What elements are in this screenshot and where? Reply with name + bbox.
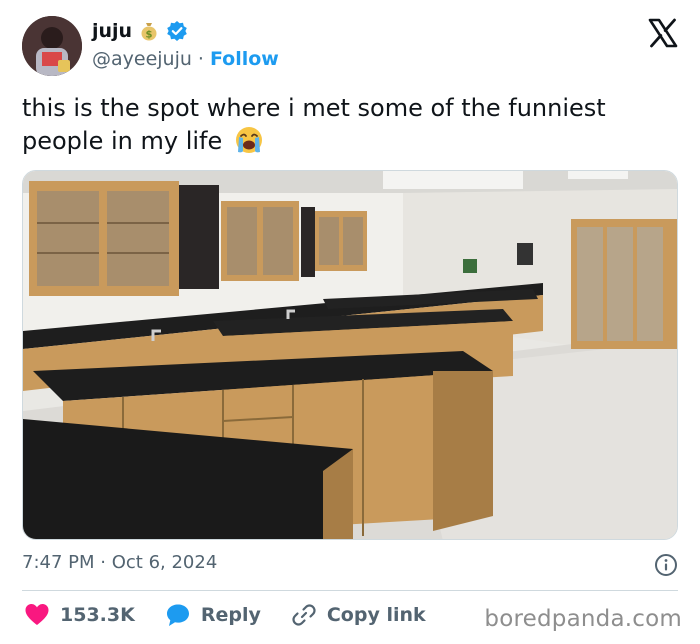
handle-separator: · [197, 48, 204, 70]
x-logo-icon[interactable] [648, 18, 678, 48]
info-icon[interactable] [654, 553, 678, 577]
science-lab-photo [23, 171, 677, 539]
avatar[interactable] [22, 16, 82, 76]
verified-badge-icon [166, 20, 188, 42]
display-name[interactable]: juju [92, 20, 132, 42]
money-bag-icon: $ [138, 20, 160, 42]
copy-link-label: Copy link [326, 604, 426, 626]
link-icon [292, 604, 316, 626]
tweet-timestamp[interactable]: 7:47 PM · Oct 6, 2024 [22, 552, 217, 573]
handle-row: @ayeejuju · Follow [92, 48, 279, 70]
tweet-time: 7:47 PM [22, 552, 95, 573]
like-button[interactable]: 153.3K [24, 602, 135, 628]
heart-icon [25, 604, 49, 625]
author-handle[interactable]: @ayeejuju [92, 48, 192, 70]
reply-bubble-icon [166, 604, 189, 626]
svg-text:$: $ [146, 30, 153, 41]
loudly-crying-face-icon [234, 125, 264, 155]
action-bar: 153.3K Reply Copy link [24, 602, 426, 628]
tweet-photo[interactable] [22, 170, 678, 540]
divider [22, 590, 678, 591]
copy-link-button[interactable]: Copy link [291, 602, 426, 628]
tweet-body: this is the spot where i met some of the… [22, 94, 606, 155]
tweet-card: juju $ @ayeejuju · Follow this is the sp… [0, 0, 700, 644]
like-count: 153.3K [60, 604, 135, 626]
reply-button[interactable]: Reply [165, 602, 261, 628]
tweet-date: Oct 6, 2024 [111, 552, 218, 573]
follow-button[interactable]: Follow [210, 48, 279, 70]
watermark: boredpanda.com [484, 606, 682, 632]
meta-separator: · [100, 552, 106, 573]
tweet-text: this is the spot where i met some of the… [22, 92, 682, 158]
author-name-row: juju $ [92, 20, 188, 42]
reply-label: Reply [200, 604, 261, 626]
